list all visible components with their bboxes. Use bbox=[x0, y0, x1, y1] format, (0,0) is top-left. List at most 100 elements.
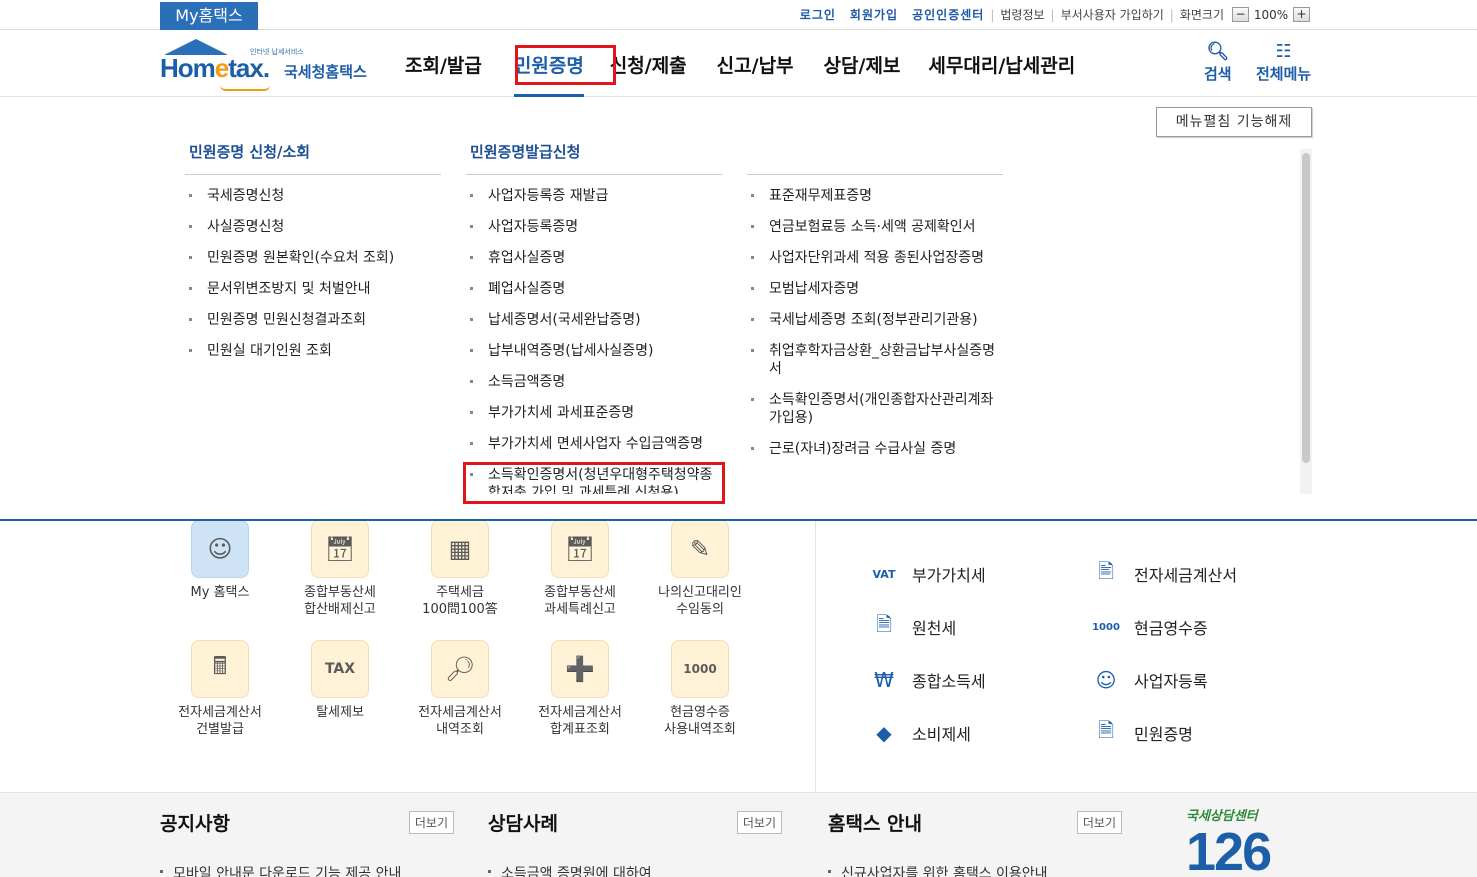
quick-item-einvoice-summary[interactable]: ➕ 전자세금계산서 합계표조회 bbox=[520, 640, 640, 738]
menu-item[interactable]: 연금보험료등 소득·세액 공제확인서 bbox=[747, 218, 1003, 236]
menu-item[interactable]: 사업자단위과세 적용 종된사업장증명 bbox=[747, 249, 1003, 267]
menu-item[interactable]: 민원증명 원본확인(수요처 조회) bbox=[185, 249, 441, 267]
dept-user-signup-link[interactable]: 부서사용자 가입하기 bbox=[1061, 6, 1164, 23]
board-item[interactable]: 소득금액 증명원에 대하여 bbox=[488, 863, 652, 877]
quick-item-comprehensive-property-exclusion[interactable]: 📅︎ 종합부동산세 합산배제신고 bbox=[280, 520, 400, 618]
zoom-out-button[interactable]: − bbox=[1232, 7, 1249, 22]
zoom-value: 100% bbox=[1253, 7, 1289, 22]
building-icon: ▦ bbox=[431, 520, 489, 578]
quick-menu-grid: ☺ My 홈택스 📅︎ 종합부동산세 합산배제신고 ▦ 주택세금 100問100… bbox=[160, 520, 760, 770]
calendar-icon: 📅︎ bbox=[551, 520, 609, 578]
menu-item[interactable]: 표준재무제표증명 bbox=[747, 187, 1003, 205]
nav-application-submit[interactable]: 신청/제출 bbox=[610, 45, 687, 84]
nav-tax-agent[interactable]: 세무대리/납세관리 bbox=[928, 45, 1075, 84]
zoom-in-button[interactable]: + bbox=[1293, 7, 1310, 22]
all-menu-button[interactable]: ☷ 전체메뉴 bbox=[1256, 41, 1311, 84]
quick-item-einvoice-issue[interactable]: 🖩︎ 전자세금계산서 건별발급 bbox=[160, 640, 280, 738]
menu-item[interactable]: 사업자등록증명 bbox=[466, 218, 722, 236]
tax-item-civil-certificate[interactable]: 🗎︎ 민원증명 bbox=[1090, 718, 1193, 748]
call-center-number: 126 bbox=[1186, 822, 1272, 877]
nav-highlight-box bbox=[515, 45, 616, 85]
utility-links: 로그인 회원가입 공인인증센터 | 법령정보 | 부서사용자 가입하기 | 화면… bbox=[786, 6, 1310, 23]
tax-item-einvoice[interactable]: 🖹︎ 전자세금계산서 bbox=[1090, 559, 1237, 589]
column-heading: 민원증명발급신청 bbox=[466, 141, 722, 175]
tax-item-consumption-tax[interactable]: ◆ 소비제세 bbox=[868, 718, 971, 748]
menu-item[interactable]: 국세납세증명 조회(정부관리기관용) bbox=[747, 311, 1003, 329]
logo-word-part: tax. bbox=[228, 53, 270, 83]
menu-item[interactable]: 부가가치세 면세사업자 수입금액증명 bbox=[466, 435, 722, 453]
tax-item-cash-receipt[interactable]: 1000 현금영수증 bbox=[1090, 612, 1208, 642]
column-heading-empty bbox=[747, 141, 1003, 175]
menu-unfold-toggle-button[interactable]: 메뉴펼침 기능해제 bbox=[1156, 107, 1312, 137]
menu-item[interactable]: 부가가치세 과세표준증명 bbox=[466, 404, 722, 422]
tax-item-withholding[interactable]: 🗎︎ 원천세 bbox=[868, 612, 956, 642]
edit-document-icon: ✎ bbox=[671, 520, 729, 578]
search-button[interactable]: 🔍︎ 검색 bbox=[1204, 41, 1232, 84]
nav-consult-report[interactable]: 상담/제보 bbox=[824, 45, 901, 84]
document-add-icon: ➕ bbox=[551, 640, 609, 698]
nav-inquiry-issue[interactable]: 조회/발급 bbox=[405, 45, 482, 84]
quick-item-my-hometax[interactable]: ☺ My 홈택스 bbox=[160, 520, 280, 601]
hometax-logo[interactable]: 인터넷 납세서비스 Hometax. 국세청홈택스 bbox=[160, 39, 380, 91]
quick-item-housing-tax-faq[interactable]: ▦ 주택세금 100問100答 bbox=[400, 520, 520, 618]
certificate-center-link[interactable]: 공인인증센터 bbox=[912, 6, 984, 23]
board-item[interactable]: 모바일 안내문 다운로드 기능 제공 안내 bbox=[160, 863, 401, 877]
tax-item-vat[interactable]: VAT 부가가치세 bbox=[868, 559, 986, 589]
menu-item[interactable]: 모범납세자증명 bbox=[747, 280, 1003, 298]
logo-word-part: Hom bbox=[160, 53, 216, 83]
menu-list: 표준재무제표증명 연금보험료등 소득·세액 공제확인서 사업자단위과세 적용 종… bbox=[747, 187, 1003, 458]
menu-item[interactable]: 취업후학자금상환_상환금납부사실증명서 bbox=[747, 342, 1003, 378]
tax-label: 소비제세 bbox=[912, 725, 971, 744]
tax-item-business-registration[interactable]: ☺ 사업자등록 bbox=[1090, 665, 1208, 695]
money-bag-icon: ₩ bbox=[874, 668, 894, 692]
tax-label: 종합소득세 bbox=[912, 672, 986, 691]
quick-item-comprehensive-property-special[interactable]: 📅︎ 종합부동산세 과세특례신고 bbox=[520, 520, 640, 618]
menu-item[interactable]: 민원실 대기인원 조회 bbox=[185, 342, 441, 360]
menu-item[interactable]: 폐업사실증명 bbox=[466, 280, 722, 298]
menu-item[interactable]: 휴업사실증명 bbox=[466, 249, 722, 267]
quick-item-agent-consent[interactable]: ✎ 나의신고대리인 수임동의 bbox=[640, 520, 760, 618]
scrollbar-thumb[interactable] bbox=[1302, 153, 1310, 463]
tax-label: 민원증명 bbox=[1134, 725, 1193, 744]
menu-item[interactable]: 근로(자녀)장려금 수급사실 증명 bbox=[747, 440, 1003, 458]
law-info-link[interactable]: 법령정보 bbox=[1000, 6, 1044, 23]
logo-korean-name: 국세청홈택스 bbox=[284, 63, 367, 81]
person-icon: ☺ bbox=[1095, 668, 1117, 692]
tax-bag-icon: TAX bbox=[311, 640, 369, 698]
menu-item[interactable]: 납세증명서(국세완납증명) bbox=[466, 311, 722, 329]
quick-item-tax-evasion-report[interactable]: TAX 탈세제보 bbox=[280, 640, 400, 721]
menu-item[interactable]: 소득확인증명서(개인종합자산관리계좌 가입용) bbox=[747, 391, 1003, 427]
menu-item[interactable]: 납부내역증명(납세사실증명) bbox=[466, 342, 722, 360]
menu-item[interactable]: 사실증명신청 bbox=[185, 218, 441, 236]
my-hometax-tab[interactable]: My홈택스 bbox=[160, 2, 258, 30]
tax-item-income-tax[interactable]: ₩ 종합소득세 bbox=[868, 665, 986, 695]
tax-label: 현금영수증 bbox=[1134, 619, 1208, 638]
tax-call-center-banner[interactable]: 국세상담센터 126 bbox=[1186, 805, 1316, 877]
menu-column-apply-inquiry: 민원증명 신청/소회 국세증명신청 사실증명신청 민원증명 원본확인(수요처 조… bbox=[185, 141, 441, 373]
logo-swoosh-icon bbox=[220, 85, 270, 91]
more-button[interactable]: 더보기 bbox=[736, 811, 782, 834]
logo-word-e: e bbox=[214, 53, 230, 83]
cash-receipt-icon: 1000 bbox=[671, 640, 729, 698]
invoice-icon: 🖹︎ bbox=[1097, 559, 1115, 583]
more-button[interactable]: 더보기 bbox=[408, 811, 454, 834]
quick-label: 주택세금 100問100答 bbox=[422, 585, 498, 617]
nav-report-payment[interactable]: 신고/납부 bbox=[717, 45, 794, 84]
menu-column-extra: 표준재무제표증명 연금보험료등 소득·세액 공제확인서 사업자단위과세 적용 종… bbox=[747, 141, 1003, 471]
menu-item[interactable]: 민원증명 민원신청결과조회 bbox=[185, 311, 441, 329]
quick-item-einvoice-list[interactable]: 🔎︎ 전자세금계산서 내역조회 bbox=[400, 640, 520, 738]
quick-label: 탈세제보 bbox=[316, 705, 364, 720]
board-item[interactable]: 신규사업자를 위한 홈택스 이용안내 bbox=[828, 863, 1048, 877]
menu-item[interactable]: 소득금액증명 bbox=[466, 373, 722, 391]
menu-item[interactable]: 사업자등록증 재발급 bbox=[466, 187, 722, 205]
signup-link[interactable]: 회원가입 bbox=[850, 6, 898, 23]
menu-item[interactable]: 문서위변조방지 및 처벌안내 bbox=[185, 280, 441, 298]
all-menu-label: 전체메뉴 bbox=[1256, 65, 1312, 83]
login-link[interactable]: 로그인 bbox=[800, 6, 836, 23]
menu-item[interactable]: 국세증명신청 bbox=[185, 187, 441, 205]
tax-label: 사업자등록 bbox=[1134, 672, 1208, 691]
calendar-icon: 📅︎ bbox=[311, 520, 369, 578]
quick-item-cash-receipt-history[interactable]: 1000 현금영수증 사용내역조회 bbox=[640, 640, 760, 738]
more-button[interactable]: 더보기 bbox=[1076, 811, 1122, 834]
quick-label: 현금영수증 사용내역조회 bbox=[664, 705, 736, 737]
